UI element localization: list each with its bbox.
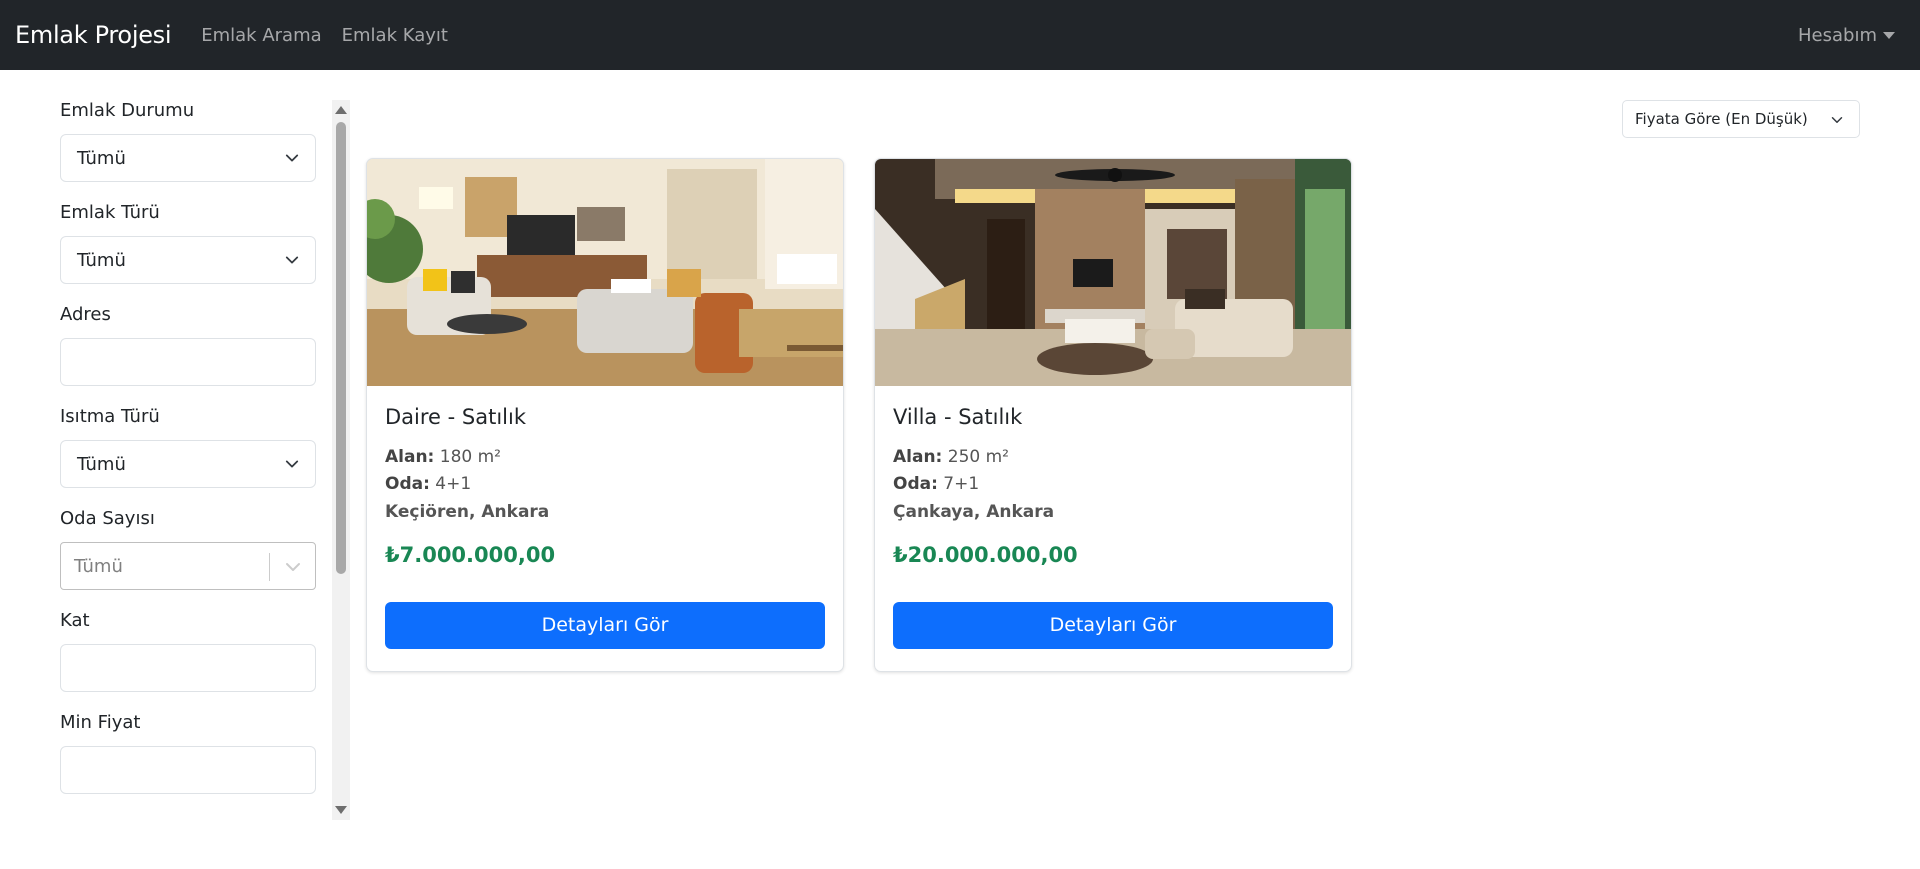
account-dropdown[interactable]: Hesabım xyxy=(1798,25,1895,46)
listing-price: ₺20.000.000,00 xyxy=(893,543,1078,567)
isitma-turu-select[interactable]: Tümü xyxy=(60,440,316,488)
listing-title: Daire - Satılık xyxy=(385,405,526,429)
rooms-label: Oda: xyxy=(893,474,938,494)
emlak-turu-select[interactable]: Tümü xyxy=(60,236,316,284)
filter-group-emlak-durumu: Emlak Durumu Tümü xyxy=(60,100,316,182)
chevron-down-icon xyxy=(285,154,299,162)
filter-label: Isıtma Türü xyxy=(60,406,160,427)
scrollbar-thumb[interactable] xyxy=(336,122,346,574)
details-button[interactable]: Detayları Gör xyxy=(385,602,825,649)
sort-select[interactable]: Fiyata Göre (En Düşük) xyxy=(1622,100,1860,138)
filter-label: Kat xyxy=(60,610,90,631)
oda-sayisi-multiselect[interactable]: Tümü xyxy=(60,542,316,590)
area-value: 250 m² xyxy=(947,447,1009,467)
listing-location: Keçiören, Ankara xyxy=(385,502,550,522)
account-label: Hesabım xyxy=(1798,24,1877,46)
nav-link-emlak-kayit[interactable]: Emlak Kayıt xyxy=(342,25,448,46)
listing-card-body: Villa - Satılık Alan: 250 m² Oda: 7+1 Ça… xyxy=(875,386,1351,667)
navbar: Emlak Projesi Emlak Arama Emlak Kayıt He… xyxy=(0,0,1920,70)
select-value: Tümü xyxy=(77,249,126,271)
filter-label: Min Fiyat xyxy=(60,712,141,733)
select-value: Tümü xyxy=(77,147,126,169)
listing-rooms: Oda: 7+1 xyxy=(893,471,1333,498)
area-label: Alan: xyxy=(385,447,435,467)
filter-label: Adres xyxy=(60,304,111,325)
kat-input[interactable] xyxy=(60,644,316,692)
emlak-durumu-select[interactable]: Tümü xyxy=(60,134,316,182)
chevron-down-icon xyxy=(285,460,299,468)
rooms-value: 7+1 xyxy=(943,474,980,494)
listing-area: Alan: 180 m² xyxy=(385,444,825,471)
navbar-brand[interactable]: Emlak Projesi xyxy=(15,21,172,49)
listing-location: Çankaya, Ankara xyxy=(893,502,1055,522)
listing-card-body: Daire - Satılık Alan: 180 m² Oda: 4+1 Ke… xyxy=(367,386,843,667)
filter-sidebar: Emlak Durumu Tümü Emlak Türü Tümü Adres … xyxy=(60,100,316,820)
filter-group-min-fiyat: Min Fiyat xyxy=(60,712,316,794)
area-value: 180 m² xyxy=(439,447,501,467)
min-fiyat-input[interactable] xyxy=(60,746,316,794)
details-button[interactable]: Detayları Gör xyxy=(893,602,1333,649)
caret-down-icon xyxy=(1883,31,1895,39)
sort-select-value: Fiyata Göre (En Düşük) xyxy=(1635,110,1808,128)
filter-group-isitma-turu: Isıtma Türü Tümü xyxy=(60,406,316,488)
filter-label: Emlak Durumu xyxy=(60,100,195,121)
chevron-down-icon[interactable] xyxy=(285,560,301,574)
select-value: Tümü xyxy=(77,453,126,475)
filter-group-adres: Adres xyxy=(60,304,316,386)
scroll-down-arrow-icon[interactable] xyxy=(335,806,347,814)
adres-input[interactable] xyxy=(60,338,316,386)
filter-group-oda-sayisi: Oda Sayısı Tümü xyxy=(60,508,316,590)
listing-photo xyxy=(875,159,1351,386)
filter-group-emlak-turu: Emlak Türü Tümü xyxy=(60,202,316,284)
scroll-up-arrow-icon[interactable] xyxy=(335,106,347,114)
listing-photo xyxy=(367,159,843,386)
listing-area: Alan: 250 m² xyxy=(893,444,1333,471)
indicator-separator xyxy=(269,553,270,581)
filter-label: Oda Sayısı xyxy=(60,508,155,529)
rooms-value: 4+1 xyxy=(435,474,472,494)
listing-rooms: Oda: 4+1 xyxy=(385,471,825,498)
chevron-down-icon xyxy=(1831,117,1843,123)
filter-group-kat: Kat xyxy=(60,610,316,692)
listing-title: Villa - Satılık xyxy=(893,405,1023,429)
listing-card: Daire - Satılık Alan: 180 m² Oda: 4+1 Ke… xyxy=(366,158,844,672)
rooms-label: Oda: xyxy=(385,474,430,494)
nav-link-emlak-arama[interactable]: Emlak Arama xyxy=(201,25,321,46)
listing-card: Villa - Satılık Alan: 250 m² Oda: 7+1 Ça… xyxy=(874,158,1352,672)
filter-label: Emlak Türü xyxy=(60,202,160,223)
area-label: Alan: xyxy=(893,447,943,467)
multiselect-placeholder: Tümü xyxy=(74,555,123,577)
listing-price: ₺7.000.000,00 xyxy=(385,543,556,567)
sidebar-scrollbar[interactable] xyxy=(332,100,350,820)
chevron-down-icon xyxy=(285,256,299,264)
